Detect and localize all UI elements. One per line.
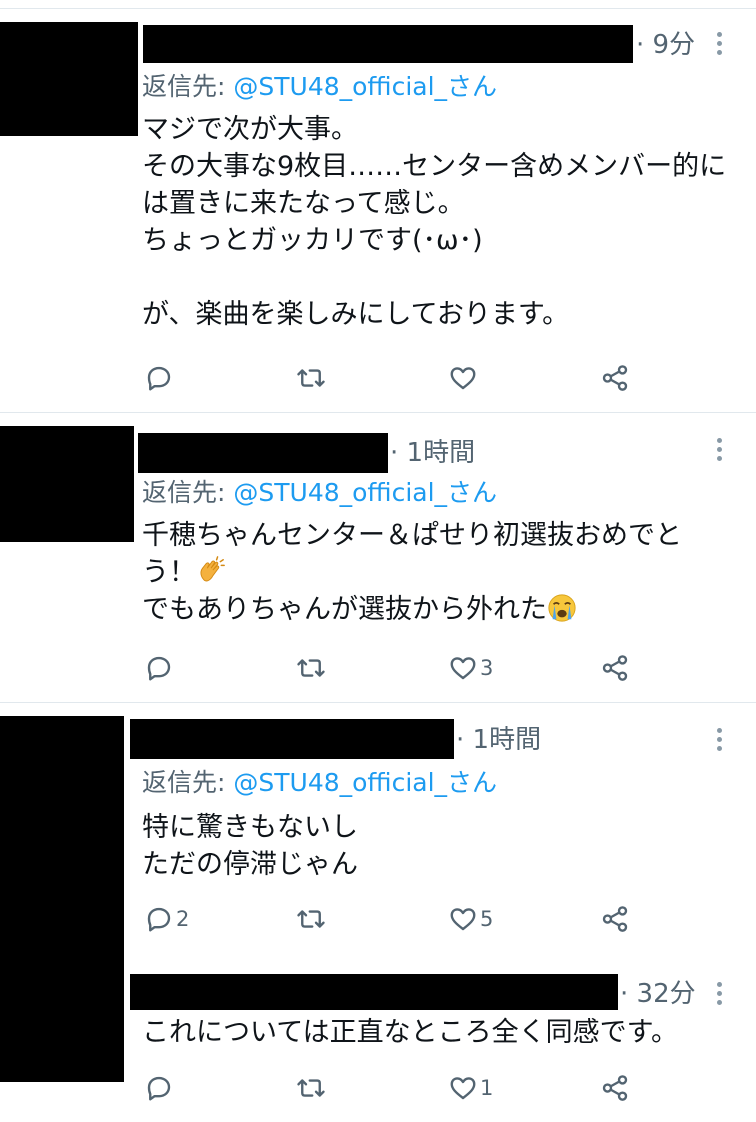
share-icon [600, 363, 630, 393]
timestamp[interactable]: · 1時間 [390, 437, 475, 469]
reply-icon [144, 1073, 174, 1103]
tweet-text: 千穂ちゃんセンター＆ぱせり初選抜おめでと う！ でもありちゃんが選抜から外れた [142, 517, 742, 628]
like-count: 1 [480, 1076, 494, 1100]
more-icon[interactable] [716, 438, 722, 466]
like-count: 3 [480, 656, 494, 680]
reply-to-handle[interactable]: @STU48_official_さん [233, 768, 497, 797]
like-icon [448, 653, 478, 683]
like-button[interactable]: 3 [448, 652, 493, 684]
tweet-text-segment: でもありちゃんが選抜から外れた [142, 594, 547, 625]
reply-icon [144, 653, 174, 683]
tweet-text-line: う！ [142, 554, 742, 591]
more-icon[interactable] [716, 32, 722, 60]
share-icon [600, 653, 630, 683]
reply-button[interactable] [144, 652, 176, 684]
divider [0, 8, 756, 9]
retweet-icon [296, 904, 326, 934]
tweet-text-line: 千穂ちゃんセンター＆ぱせり初選抜おめでと [142, 520, 682, 551]
reply-to-handle[interactable]: @STU48_official_さん [233, 72, 497, 101]
retweet-button[interactable] [296, 903, 328, 935]
avatar-redacted[interactable] [0, 716, 124, 1082]
share-icon [600, 1073, 630, 1103]
reply-to-handle[interactable]: @STU48_official_さん [233, 478, 497, 507]
retweet-button[interactable] [296, 652, 328, 684]
reply-to: 返信先: @STU48_official_さん [142, 71, 497, 103]
retweet-button[interactable] [296, 1072, 328, 1104]
share-button[interactable] [600, 1072, 630, 1104]
like-icon [448, 1073, 478, 1103]
reply-to-label: 返信先: [142, 768, 234, 797]
reply-to-label: 返信先: [142, 72, 234, 101]
share-button[interactable] [600, 903, 630, 935]
timestamp[interactable]: · 9分 [636, 29, 695, 61]
username-redacted[interactable] [130, 974, 618, 1010]
like-count: 5 [480, 907, 494, 931]
tweet-text-line: でもありちゃんが選抜から外れた [142, 591, 742, 628]
retweet-icon [296, 653, 326, 683]
like-button[interactable]: 5 [448, 903, 493, 935]
reply-icon [144, 363, 174, 393]
share-button[interactable] [600, 362, 630, 394]
retweet-button[interactable] [296, 362, 328, 394]
reply-icon [144, 904, 174, 934]
reply-button[interactable] [144, 362, 176, 394]
username-redacted[interactable] [138, 433, 388, 473]
divider [0, 702, 756, 703]
tweet-text: これについては正直なところ全く同感です。 [142, 1017, 678, 1048]
avatar-redacted[interactable] [0, 426, 134, 542]
tweet-text: マジで次が大事。 その大事な9枚目……センター含めメンバー的には置きに来たなって… [142, 114, 727, 330]
username-redacted[interactable] [143, 25, 633, 63]
retweet-icon [296, 363, 326, 393]
divider [0, 412, 756, 413]
share-icon [600, 904, 630, 934]
more-icon[interactable] [716, 728, 722, 756]
reply-count: 2 [176, 907, 190, 931]
reply-to-label: 返信先: [142, 478, 234, 507]
more-icon[interactable] [716, 982, 722, 1010]
retweet-icon [296, 1073, 326, 1103]
clap-emoji [200, 556, 225, 582]
crying-emoji [548, 594, 576, 622]
reply-to: 返信先: @STU48_official_さん [142, 477, 497, 509]
timestamp[interactable]: · 32分 [620, 978, 696, 1010]
tweet-text: 特に驚きもないし ただの停滞じゃん [142, 812, 358, 880]
avatar-redacted[interactable] [0, 22, 138, 136]
reply-button[interactable]: 2 [144, 903, 189, 935]
timestamp[interactable]: · 1時間 [456, 724, 541, 756]
tweet-text-segment: う！ [142, 557, 196, 588]
username-redacted[interactable] [130, 719, 454, 759]
share-button[interactable] [600, 652, 630, 684]
like-icon [448, 904, 478, 934]
reply-to: 返信先: @STU48_official_さん [142, 767, 497, 799]
like-button[interactable]: 1 [448, 1072, 493, 1104]
like-icon [448, 363, 478, 393]
reply-button[interactable] [144, 1072, 176, 1104]
like-button[interactable] [448, 362, 480, 394]
